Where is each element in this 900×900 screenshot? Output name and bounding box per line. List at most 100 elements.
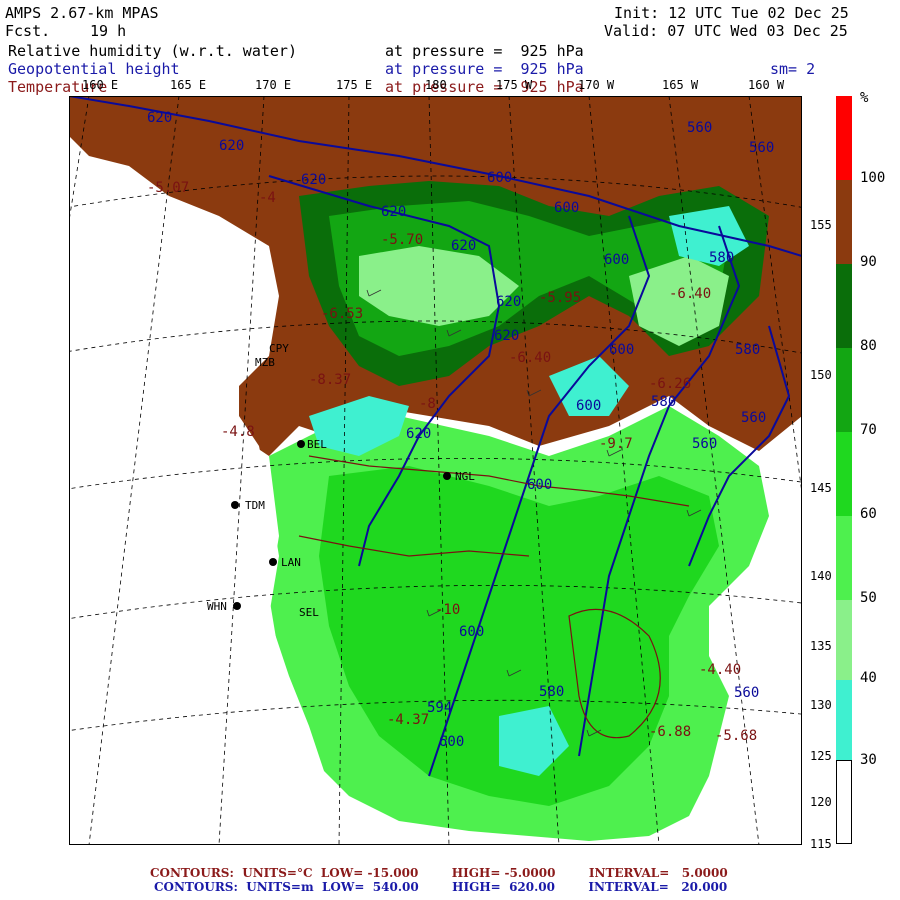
lat-label: 120	[810, 795, 832, 809]
footer-height-contours: CONTOURS: UNITS=m LOW= 540.00 HIGH= 620.…	[154, 880, 728, 894]
station-label: CPY	[269, 342, 289, 355]
temp-label: -9.7	[599, 436, 633, 452]
height-label: 620	[219, 138, 244, 154]
temp-label: -4	[259, 190, 276, 206]
height-label: 620	[301, 172, 326, 188]
height-label: 580	[651, 394, 676, 410]
colorbar-unit: %	[860, 90, 869, 106]
forecast-hour-value: 19 h	[90, 22, 127, 40]
station-label: TDM	[245, 499, 265, 512]
station-label: NGL	[455, 470, 475, 483]
weather-map: 620 620 620 620 620 620 620 620 600 600 …	[69, 96, 802, 845]
lon-label: 160 E	[82, 78, 119, 92]
colorbar-swatch-90	[836, 180, 852, 264]
model-title: AMPS 2.67-km MPAS	[5, 4, 159, 22]
height-label: 600	[439, 734, 464, 750]
height-label: 580	[735, 342, 760, 358]
height-label: 600	[554, 200, 579, 216]
height-label: 600	[527, 477, 552, 493]
height-label: 620	[406, 426, 431, 442]
height-label: 600	[576, 398, 601, 414]
field-height-level: at pressure = 925 hPa	[385, 60, 584, 78]
temp-label: -6.88	[649, 724, 691, 740]
lon-label: 170 W	[578, 78, 615, 92]
height-label: 560	[741, 410, 766, 426]
field-height-smoothing: sm= 2	[770, 60, 816, 78]
colorbar-swatch-60	[836, 432, 852, 516]
height-label: 600	[609, 342, 634, 358]
station-label: MZB	[255, 356, 275, 369]
station-label: WHN	[207, 600, 227, 613]
temp-label: -6.40	[509, 350, 551, 366]
station-dot	[269, 558, 277, 566]
colorbar-label: 70	[860, 422, 877, 438]
field-temp-level: at pressure = 925 hPa	[385, 78, 584, 96]
colorbar-swatch-50	[836, 516, 852, 600]
temp-label: -4.40	[699, 662, 741, 678]
lon-label: 160 W	[748, 78, 785, 92]
valid-time: Valid: 07 UTC Wed 03 Dec 25	[604, 22, 848, 40]
height-label: 560	[687, 120, 712, 136]
station-dot	[231, 501, 239, 509]
field-height-name: Geopotential height	[8, 60, 180, 78]
lon-label: 180	[425, 78, 447, 92]
temp-label: -6.53	[321, 306, 363, 322]
lat-label: 115	[810, 837, 832, 851]
height-label: 560	[734, 685, 759, 701]
lon-label: 175 E	[336, 78, 373, 92]
colorbar-label: 30	[860, 752, 877, 768]
temp-label: -5.07	[147, 180, 189, 196]
temp-label: -6.40	[669, 286, 711, 302]
lat-label: 140	[810, 569, 832, 583]
temp-label: -4.37	[387, 712, 429, 728]
colorbar-swatch-70	[836, 348, 852, 432]
lat-label: 150	[810, 368, 832, 382]
colorbar-swatch-low	[836, 760, 852, 844]
height-label: 620	[147, 110, 172, 126]
height-label: 600	[459, 624, 484, 640]
height-label: 594	[427, 700, 452, 716]
station-dot	[233, 602, 241, 610]
colorbar-swatch-40	[836, 600, 852, 680]
temp-label: -5.95	[539, 290, 581, 306]
height-label: 580	[709, 250, 734, 266]
field-rh-name: Relative humidity (w.r.t. water)	[8, 42, 297, 60]
height-label: 560	[749, 140, 774, 156]
colorbar-swatch-100	[836, 96, 852, 180]
temp-label: -5.70	[381, 232, 423, 248]
temp-label: -6.26	[649, 376, 691, 392]
height-label: 600	[487, 170, 512, 186]
temp-label: -5.68	[715, 728, 757, 744]
station-dot	[443, 472, 451, 480]
lat-label: 130	[810, 698, 832, 712]
lat-label: 125	[810, 749, 832, 763]
station-label: LAN	[281, 556, 301, 569]
lat-label: 145	[810, 481, 832, 495]
station-dot	[297, 440, 305, 448]
temp-label: -10	[435, 602, 460, 618]
height-label: 620	[381, 204, 406, 220]
lat-label: 135	[810, 639, 832, 653]
colorbar-label: 100	[860, 170, 886, 186]
colorbar-label: 40	[860, 670, 877, 686]
footer-temp-contours: CONTOURS: UNITS=°C LOW= -15.000 HIGH= -5…	[150, 866, 728, 880]
colorbar-label: 50	[860, 590, 877, 606]
temp-label: -8	[419, 396, 436, 412]
height-label: 620	[496, 294, 521, 310]
colorbar-label: 80	[860, 338, 877, 354]
height-label: 620	[451, 238, 476, 254]
init-time: Init: 12 UTC Tue 02 Dec 25	[614, 4, 849, 22]
colorbar-swatch-30	[836, 680, 852, 760]
colorbar-label: 90	[860, 254, 877, 270]
forecast-hour-label: Fcst.	[5, 22, 51, 40]
height-label: 600	[604, 252, 629, 268]
station-label: SEL	[299, 606, 319, 619]
station-label: BEL	[307, 438, 327, 451]
lon-label: 175 W	[496, 78, 533, 92]
lat-label: 155	[810, 218, 832, 232]
height-label: 560	[692, 436, 717, 452]
lon-label: 170 E	[255, 78, 292, 92]
lon-label: 165 W	[662, 78, 699, 92]
height-label: 620	[494, 328, 519, 344]
field-rh-level: at pressure = 925 hPa	[385, 42, 584, 60]
